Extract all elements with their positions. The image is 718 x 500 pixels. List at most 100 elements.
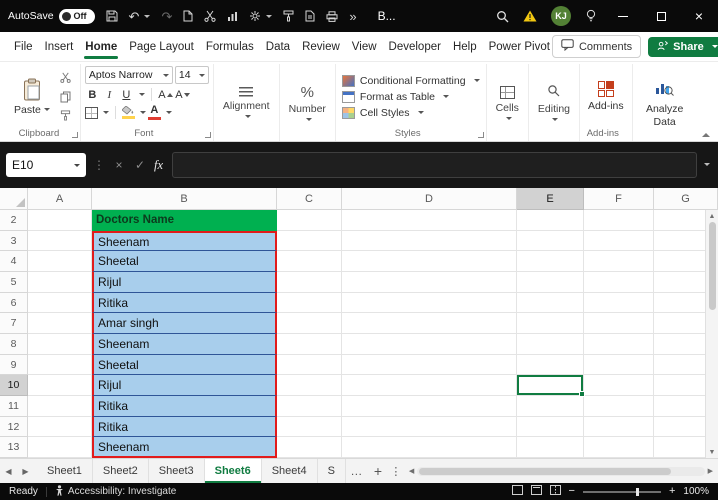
vertical-scroll-thumb[interactable] bbox=[708, 222, 716, 310]
cell-E10[interactable] bbox=[517, 375, 585, 397]
cell-D5[interactable] bbox=[342, 272, 517, 293]
name-box[interactable]: E10 bbox=[6, 153, 86, 177]
borders-icon[interactable] bbox=[84, 106, 98, 119]
more-sheets-icon[interactable]: … bbox=[346, 459, 368, 483]
cell-A2[interactable] bbox=[28, 210, 92, 231]
cell-C11[interactable] bbox=[277, 396, 342, 417]
column-header-F[interactable]: F bbox=[584, 188, 654, 210]
analyze-data-button[interactable]: Analyze Data bbox=[637, 66, 693, 141]
font-color-chevron-icon[interactable] bbox=[165, 111, 172, 114]
row-header-10[interactable]: 10 bbox=[0, 375, 28, 397]
cells-group[interactable]: Cells bbox=[487, 64, 529, 141]
sheet-tab-s[interactable]: S bbox=[318, 459, 346, 483]
cell-C3[interactable] bbox=[277, 230, 342, 252]
column-header-D[interactable]: D bbox=[342, 188, 517, 210]
warning-icon[interactable] bbox=[523, 10, 537, 22]
cell-A5[interactable] bbox=[28, 272, 92, 293]
cell-D11[interactable] bbox=[342, 396, 517, 417]
row-header-2[interactable]: 2 bbox=[0, 210, 28, 231]
document-icon[interactable] bbox=[305, 10, 315, 22]
settings-icon[interactable] bbox=[249, 10, 273, 22]
cell-E6[interactable] bbox=[517, 292, 584, 314]
close-button[interactable]: × bbox=[680, 0, 718, 32]
sheet-tab-sheet4[interactable]: Sheet4 bbox=[262, 459, 318, 483]
horizontal-scrollbar[interactable]: ◀ ▶ bbox=[404, 459, 718, 483]
scroll-left-icon[interactable]: ◀ bbox=[409, 467, 414, 475]
zoom-slider-thumb[interactable] bbox=[636, 487, 640, 496]
cell-F8[interactable] bbox=[584, 334, 654, 355]
row-header-3[interactable]: 3 bbox=[0, 230, 28, 252]
row-header-8[interactable]: 8 bbox=[0, 334, 28, 355]
normal-view-icon[interactable] bbox=[511, 485, 523, 498]
cell-C4[interactable] bbox=[277, 251, 342, 273]
cell-A4[interactable] bbox=[28, 251, 92, 273]
menu-tab-review[interactable]: Review bbox=[300, 34, 342, 59]
cell-C7[interactable] bbox=[277, 313, 342, 335]
cell-A11[interactable] bbox=[28, 396, 92, 417]
page-layout-view-icon[interactable] bbox=[530, 485, 542, 498]
menu-tab-insert[interactable]: Insert bbox=[43, 34, 76, 59]
cell-D10[interactable] bbox=[342, 375, 517, 397]
cell-A13[interactable] bbox=[28, 437, 92, 458]
cell-F6[interactable] bbox=[584, 292, 654, 314]
row-header-9[interactable]: 9 bbox=[0, 354, 28, 376]
cell-E5[interactable] bbox=[517, 272, 584, 293]
new-sheet-button[interactable]: + bbox=[368, 459, 388, 483]
zoom-in-button[interactable]: + bbox=[669, 486, 675, 497]
cell-A3[interactable] bbox=[28, 230, 92, 252]
cell-B13[interactable]: Sheenam bbox=[92, 437, 277, 458]
document-title[interactable]: B... bbox=[378, 9, 396, 23]
row-header-11[interactable]: 11 bbox=[0, 396, 28, 417]
editing-group[interactable]: Editing bbox=[529, 64, 581, 141]
cell-B6[interactable]: Ritika bbox=[92, 292, 277, 314]
cell-D9[interactable] bbox=[342, 354, 517, 376]
cell-B3[interactable]: Sheenam bbox=[92, 230, 277, 252]
cell-B9[interactable]: Sheetal bbox=[92, 354, 277, 376]
cell-A7[interactable] bbox=[28, 313, 92, 335]
cell-D12[interactable] bbox=[342, 416, 517, 438]
format-painter-icon[interactable] bbox=[57, 108, 75, 123]
cell-E8[interactable] bbox=[517, 334, 584, 355]
font-dialog-launcher-icon[interactable] bbox=[204, 132, 211, 138]
undo-icon[interactable]: ↶ bbox=[129, 10, 151, 23]
enter-icon[interactable]: ✓ bbox=[133, 158, 147, 172]
sheet-tab-sheet3[interactable]: Sheet3 bbox=[149, 459, 205, 483]
format-as-table-button[interactable]: Format as Table bbox=[341, 90, 480, 103]
scroll-right-icon[interactable]: ▶ bbox=[708, 467, 713, 475]
horizontal-scroll-thumb[interactable] bbox=[419, 467, 671, 475]
cell-B7[interactable]: Amar singh bbox=[92, 313, 277, 335]
cell-B4[interactable]: Sheetal bbox=[92, 251, 277, 273]
cell-D2[interactable] bbox=[342, 210, 517, 231]
cell-D4[interactable] bbox=[342, 251, 517, 273]
new-document-icon[interactable] bbox=[183, 10, 193, 22]
cell-E9[interactable] bbox=[517, 354, 584, 376]
cell-E13[interactable] bbox=[517, 437, 584, 458]
cell-D13[interactable] bbox=[342, 437, 517, 458]
cell-F10[interactable] bbox=[584, 375, 654, 397]
copy-icon[interactable] bbox=[57, 89, 75, 104]
menu-tab-page-layout[interactable]: Page Layout bbox=[127, 34, 196, 59]
font-size-select[interactable]: 14 bbox=[174, 66, 209, 84]
cell-C8[interactable] bbox=[277, 334, 342, 355]
cell-E3[interactable] bbox=[517, 230, 584, 252]
cell-A10[interactable] bbox=[28, 375, 92, 397]
increase-font-size-button[interactable]: A bbox=[158, 87, 173, 102]
cell-E11[interactable] bbox=[517, 396, 584, 417]
alignment-group[interactable]: Alignment bbox=[214, 64, 280, 141]
chart-icon[interactable] bbox=[227, 11, 238, 22]
borders-chevron-icon[interactable] bbox=[102, 111, 109, 114]
lightbulb-icon[interactable] bbox=[585, 9, 597, 23]
fill-color-icon[interactable] bbox=[121, 106, 135, 119]
italic-button[interactable]: I bbox=[102, 87, 117, 102]
scroll-up-icon[interactable]: ▲ bbox=[709, 210, 716, 222]
row-header-4[interactable]: 4 bbox=[0, 251, 28, 273]
cell-B10[interactable]: Rijul bbox=[92, 375, 277, 397]
cell-E7[interactable] bbox=[517, 313, 584, 335]
cell-F4[interactable] bbox=[584, 251, 654, 273]
styles-dialog-launcher-icon[interactable] bbox=[477, 132, 484, 138]
cut-icon[interactable] bbox=[204, 10, 216, 22]
tab-scroll-left-icon[interactable]: ◀ bbox=[0, 459, 17, 483]
menu-tab-file[interactable]: File bbox=[12, 34, 35, 59]
cell-D6[interactable] bbox=[342, 292, 517, 314]
menu-tab-data[interactable]: Data bbox=[264, 34, 292, 59]
